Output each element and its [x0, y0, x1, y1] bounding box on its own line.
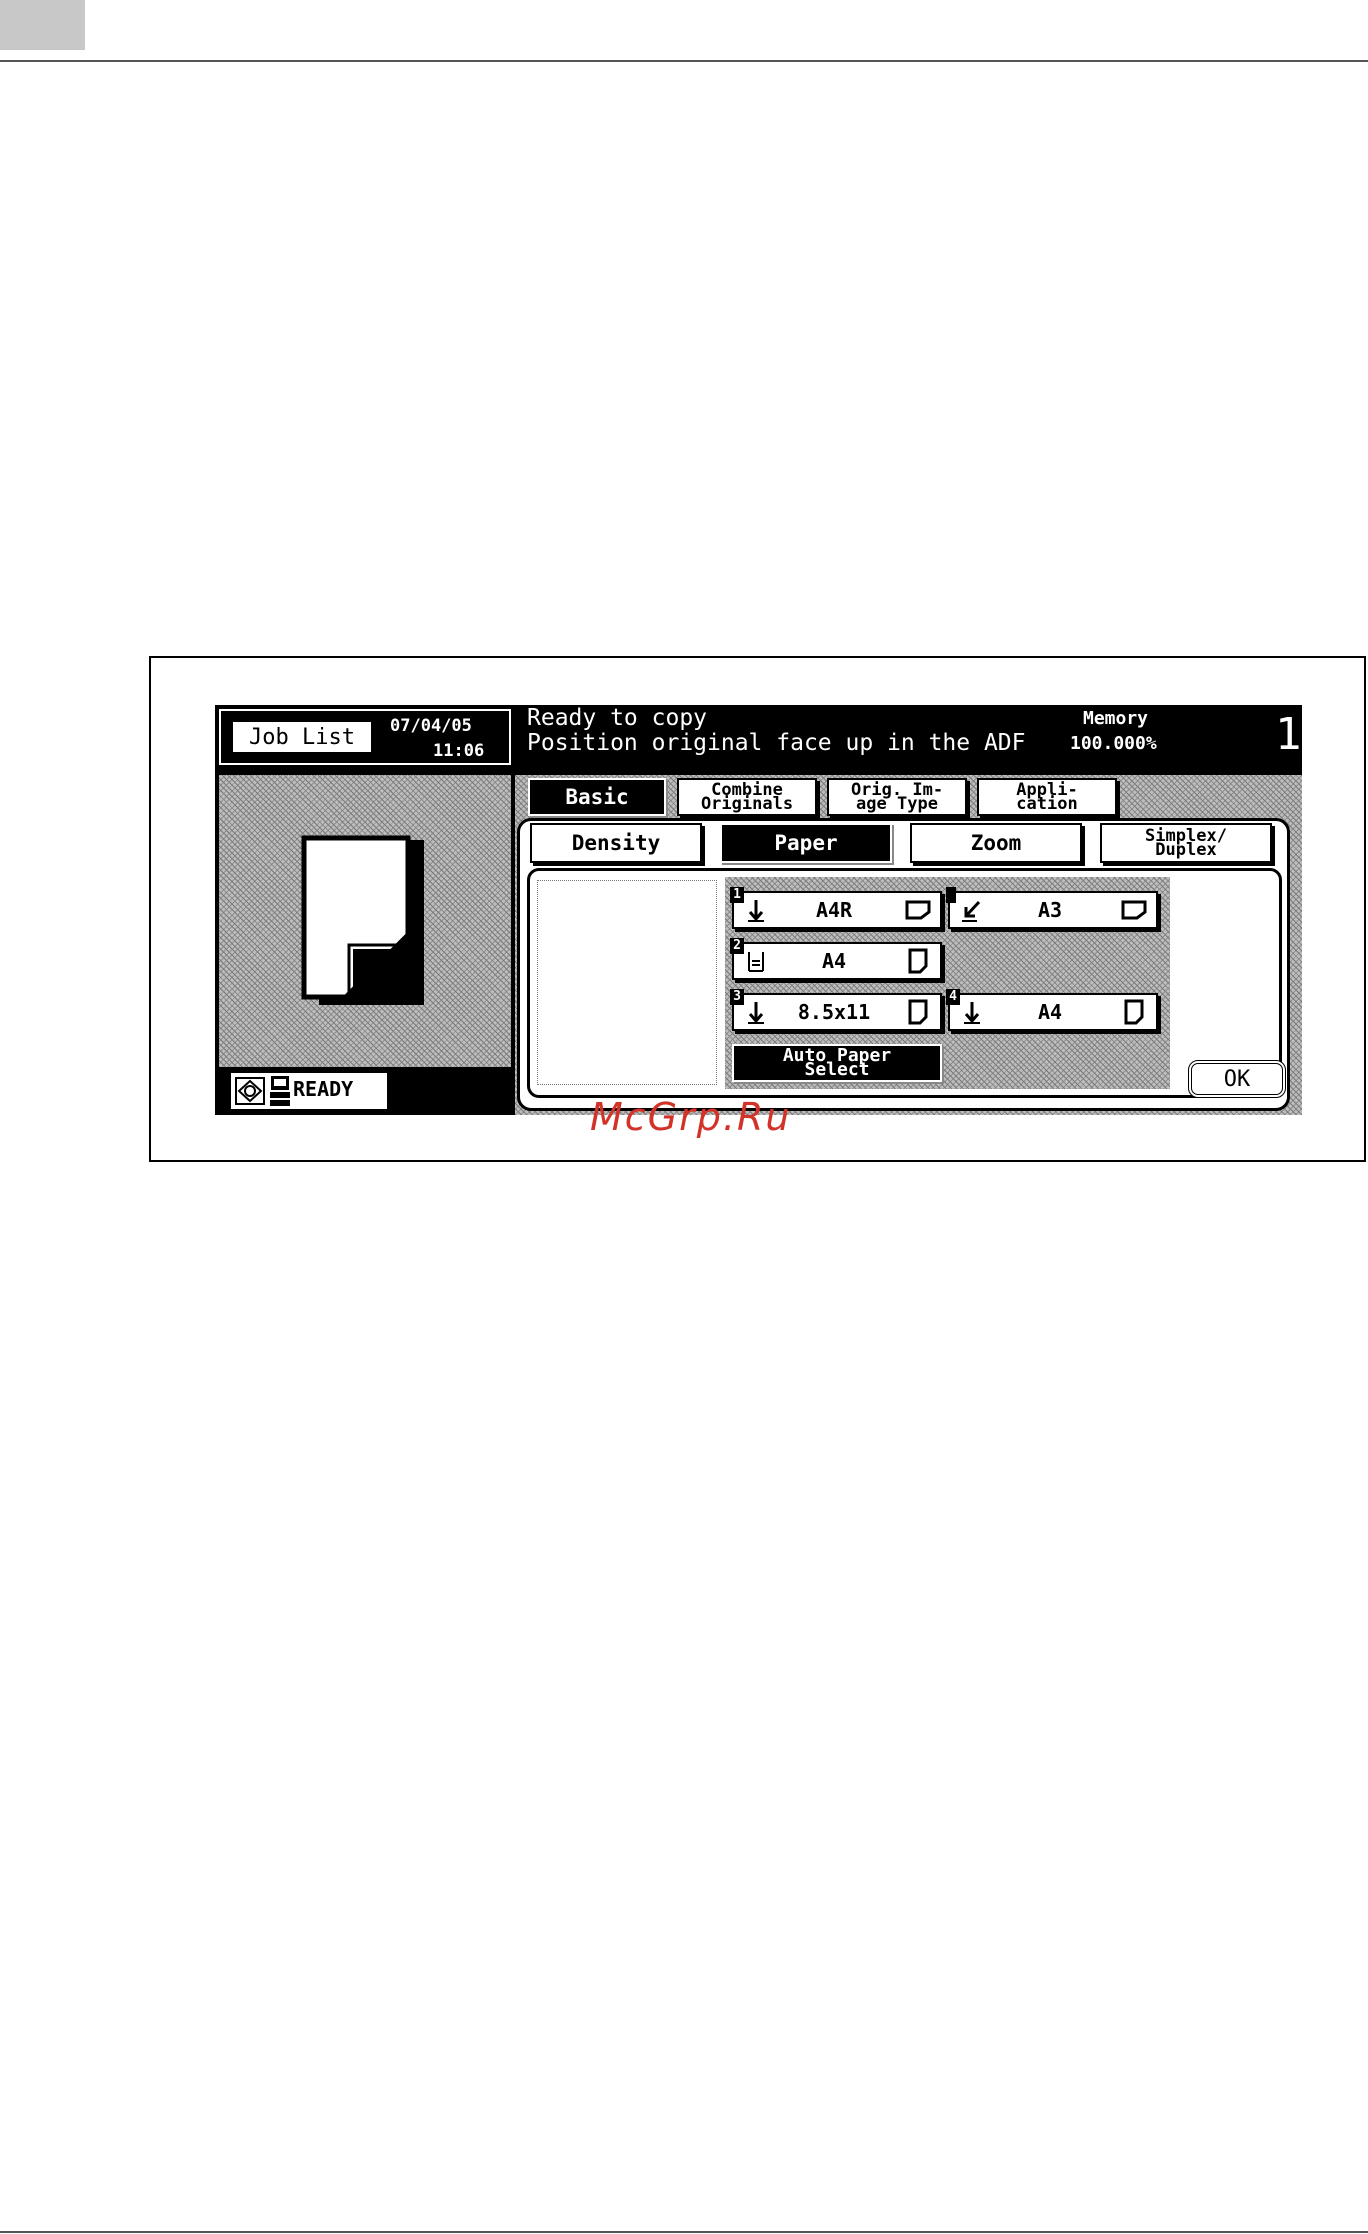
time-display: 11:06 — [433, 741, 485, 761]
status-message-line2: Position original face up in the ADF — [527, 730, 1026, 756]
paper-info-area — [537, 880, 717, 1085]
copy-count: 1 — [1275, 709, 1302, 760]
ok-button[interactable]: OK — [1188, 1060, 1286, 1098]
page-footer-rule — [0, 2231, 1368, 2233]
memory-value: 100.000% — [1070, 733, 1157, 754]
copier-panel-screen: Job List 07/04/05 11:06 READY Ready to c… — [215, 705, 1302, 1115]
tab-original-image-type[interactable]: Orig. Im- age Type — [827, 778, 967, 816]
tray-3-button[interactable]: 3 8.5x11 — [730, 989, 942, 1031]
tray-size-label: A4 — [1037, 1000, 1063, 1024]
tray-size-label: A4 — [821, 949, 847, 973]
tray-number: 2 — [730, 938, 744, 954]
page-header-block — [0, 0, 85, 50]
down-arrow-icon — [744, 897, 768, 923]
network-icon — [235, 1077, 265, 1105]
portrait-paper-icon — [1122, 999, 1146, 1025]
bypass-arrow-icon — [960, 897, 984, 923]
landscape-paper-icon — [1120, 897, 1148, 923]
tray-number — [946, 887, 956, 903]
preview-area — [219, 775, 511, 1067]
down-arrow-icon — [960, 999, 984, 1025]
tab-simplex-duplex[interactable]: Simplex/ Duplex — [1100, 823, 1272, 863]
tray-size-label: A3 — [1037, 898, 1063, 922]
job-list-button[interactable]: Job List — [231, 720, 373, 754]
portrait-paper-icon — [906, 999, 930, 1025]
bypass-tray-button[interactable]: A3 — [946, 887, 1158, 929]
original-document-icon — [301, 835, 411, 1000]
tab-application[interactable]: Appli- cation — [977, 778, 1117, 816]
tray-2-button[interactable]: 2 A4 — [730, 938, 942, 980]
ready-label: READY — [293, 1077, 354, 1101]
memory-label: Memory — [1083, 708, 1149, 729]
landscape-paper-icon — [904, 897, 932, 923]
tab-basic[interactable]: Basic — [528, 778, 666, 816]
date-display: 07/04/05 — [390, 716, 472, 736]
page-header-rule — [0, 60, 1368, 62]
tray-size-label: 8.5x11 — [797, 1000, 871, 1024]
auto-paper-select-button[interactable]: Auto Paper Select — [732, 1044, 942, 1082]
tray-number: 1 — [730, 887, 744, 903]
status-message-line1: Ready to copy — [527, 705, 708, 731]
tab-zoom[interactable]: Zoom — [910, 823, 1082, 863]
tab-paper[interactable]: Paper — [720, 823, 892, 863]
down-arrow-icon — [744, 999, 768, 1025]
portrait-paper-icon — [906, 948, 930, 974]
tray-1-button[interactable]: 1 A4R — [730, 887, 942, 929]
tray-stack-icon — [744, 948, 768, 974]
tray-4-button[interactable]: 4 A4 — [946, 989, 1158, 1031]
tab-density[interactable]: Density — [530, 823, 702, 863]
tray-number: 3 — [730, 989, 744, 1005]
ready-status-box: READY — [231, 1073, 387, 1109]
tray-size-label: A4R — [815, 898, 853, 922]
tray-number: 4 — [946, 989, 960, 1005]
printer-icon — [270, 1076, 290, 1106]
tab-combine-originals[interactable]: Combine Originals — [677, 778, 817, 816]
watermark-text: McGrp.Ru — [590, 1095, 792, 1139]
